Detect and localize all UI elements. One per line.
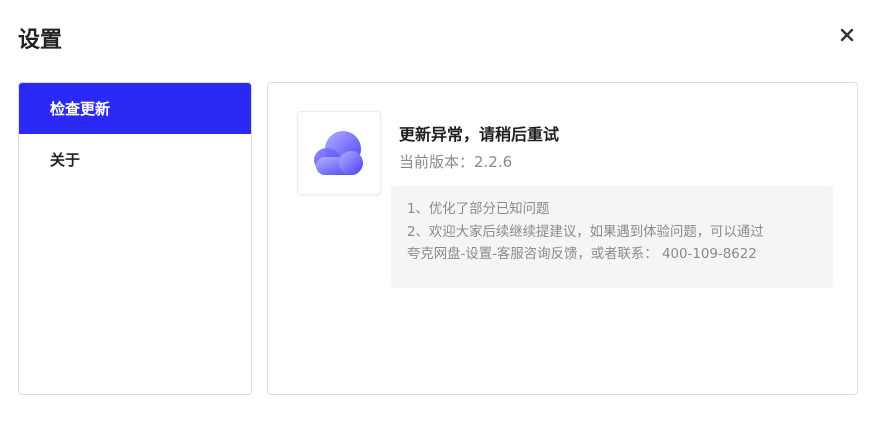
release-note-line: 1、优化了部分已知问题 — [407, 202, 550, 217]
release-note-line: 夸克网盘-设置-客服咨询反馈，或者联系： 400-109-8622 — [407, 247, 757, 262]
sidebar-item-label: 检查更新 — [50, 100, 111, 118]
cloud-icon — [314, 131, 363, 175]
dialog-title: 设置 — [18, 28, 63, 53]
close-icon[interactable] — [836, 24, 858, 46]
update-status: 更新异常，请稍后重试 — [399, 125, 560, 144]
app-logo — [297, 111, 381, 195]
current-version: 当前版本：2.2.6 — [399, 153, 513, 171]
release-notes: 1、优化了部分已知问题 2、欢迎大家后续继续提建议，如果遇到体验问题，可以通过 … — [391, 186, 833, 288]
sidebar-item-about[interactable]: 关于 — [19, 134, 251, 185]
sidebar-item-check-update[interactable]: 检查更新 — [19, 83, 251, 134]
settings-sidebar: 检查更新 关于 — [18, 82, 252, 395]
sidebar-item-label: 关于 — [50, 151, 81, 169]
release-note-line: 2、欢迎大家后续继续提建议，如果遇到体验问题，可以通过 — [407, 224, 764, 240]
settings-dialog: 设置 检查更新 关于 更新异常，请稍后重试 当前版本：2.2.6 1、优化了部分… — [0, 0, 876, 445]
update-panel: 更新异常，请稍后重试 当前版本：2.2.6 1、优化了部分已知问题 2、欢迎大家… — [267, 82, 858, 395]
